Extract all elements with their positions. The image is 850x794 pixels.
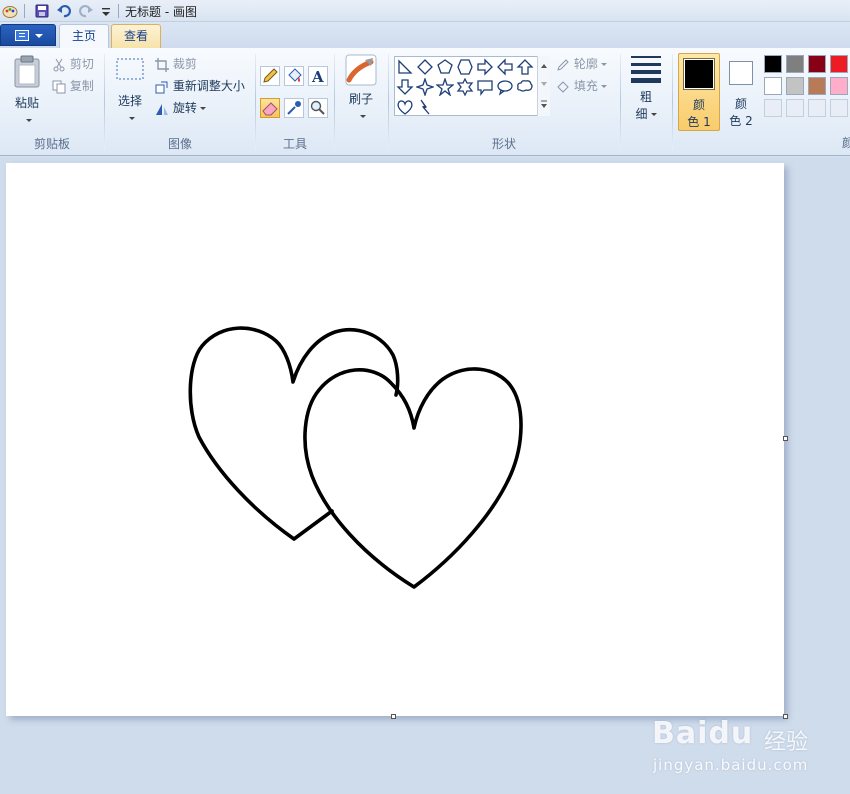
watermark-cn: 经验 bbox=[764, 730, 809, 755]
color1-swatch bbox=[685, 60, 713, 88]
shapes-gallery bbox=[394, 56, 550, 116]
size-button[interactable]: 粗 细 bbox=[626, 54, 666, 130]
right-arrow-shape[interactable] bbox=[476, 58, 494, 76]
watermark-url: jingyan.baidu.com bbox=[653, 756, 809, 774]
color2-label-line1: 颜 bbox=[734, 97, 747, 111]
qat-separator bbox=[24, 4, 25, 18]
size-label-line1: 粗 bbox=[639, 90, 652, 104]
gallery-scroll-arrows-icon bbox=[541, 64, 547, 108]
ribbon: 粘贴 剪切 复制 剪贴板 选择 裁剪 重新调整大小 旋转 图像 A 工具 刷子 … bbox=[0, 48, 850, 156]
rect-callout-shape[interactable] bbox=[476, 78, 494, 96]
watermark-logo: Baidu bbox=[652, 716, 754, 751]
heart-shape[interactable] bbox=[396, 98, 414, 116]
qat-separator bbox=[118, 4, 119, 18]
down-arrow-shape[interactable] bbox=[396, 78, 414, 96]
fill-button[interactable]: 填充 bbox=[556, 76, 607, 96]
four-point-star-shape[interactable] bbox=[416, 78, 434, 96]
custom-color-slot[interactable] bbox=[830, 99, 848, 117]
custom-color-slot[interactable] bbox=[786, 99, 804, 117]
colors-group-label: 颜 bbox=[842, 136, 850, 150]
palette-swatch[interactable] bbox=[786, 55, 804, 73]
outline-label: 轮廓 bbox=[573, 57, 598, 71]
oval-callout-shape[interactable] bbox=[496, 78, 514, 96]
outline-pen-icon bbox=[557, 58, 569, 71]
baidu-jingyan-watermark: Baidu 经验 jingyan.baidu.com bbox=[652, 702, 812, 782]
color1-button[interactable]: 颜 色 1 bbox=[678, 53, 720, 131]
size-label-line2: 细 bbox=[635, 107, 648, 121]
undo-icon[interactable] bbox=[56, 3, 72, 19]
color2-label-line2: 色 2 bbox=[729, 114, 753, 128]
window-title: 无标题 - 画图 bbox=[125, 5, 197, 19]
left-arrow-shape[interactable] bbox=[496, 58, 514, 76]
save-icon[interactable] bbox=[34, 3, 50, 19]
right-triangle-shape[interactable] bbox=[396, 58, 414, 76]
five-point-star-shape[interactable] bbox=[436, 78, 454, 96]
shapes-gallery-scrollbar[interactable] bbox=[537, 56, 550, 116]
fill-label: 填充 bbox=[573, 79, 598, 93]
chevron-down-icon bbox=[35, 34, 43, 38]
palette-swatch[interactable] bbox=[808, 55, 826, 73]
hearts-drawing bbox=[188, 326, 523, 589]
palette-swatch[interactable] bbox=[830, 55, 848, 73]
color2-button[interactable]: 颜 色 2 bbox=[722, 53, 760, 131]
chevron-down-icon bbox=[600, 85, 607, 88]
palette-swatch[interactable] bbox=[786, 77, 804, 95]
color1-swatch-frame bbox=[683, 58, 715, 90]
outline-button[interactable]: 轮廓 bbox=[556, 54, 607, 74]
tab-view[interactable]: 查看 bbox=[111, 24, 162, 48]
redo-icon[interactable] bbox=[78, 3, 94, 19]
palette-swatch[interactable] bbox=[764, 55, 782, 73]
group-separator bbox=[672, 54, 673, 150]
paint-app-icon[interactable] bbox=[2, 3, 18, 19]
canvas-workarea bbox=[0, 157, 850, 794]
line-width-icon bbox=[631, 56, 661, 83]
title-bar: 无标题 - 画图 bbox=[0, 0, 850, 22]
color1-label-line1: 颜 bbox=[692, 98, 705, 112]
palette-swatch[interactable] bbox=[808, 77, 826, 95]
palette-swatch[interactable] bbox=[764, 77, 782, 95]
palette-swatch[interactable] bbox=[830, 77, 848, 95]
chevron-down-icon bbox=[650, 113, 657, 116]
shapes-group-label: 形状 bbox=[491, 137, 516, 151]
lightning-shape[interactable] bbox=[416, 98, 434, 116]
back-heart-outline bbox=[188, 326, 400, 541]
six-point-star-shape[interactable] bbox=[456, 78, 474, 96]
hexagon-shape[interactable] bbox=[456, 58, 474, 76]
group-separator bbox=[620, 54, 621, 150]
up-arrow-shape[interactable] bbox=[516, 58, 534, 76]
shapes-group: 轮廓 填充 形状 bbox=[0, 48, 620, 156]
pentagon-shape[interactable] bbox=[436, 58, 454, 76]
cloud-callout-shape[interactable] bbox=[516, 78, 534, 96]
menu-doc-icon bbox=[15, 30, 29, 41]
fill-bucket-icon bbox=[557, 80, 569, 93]
front-heart-outline bbox=[303, 367, 523, 589]
resize-handle-bottom[interactable] bbox=[391, 714, 396, 719]
ribbon-tab-row: 主页 查看 bbox=[0, 22, 850, 48]
drawing-canvas[interactable] bbox=[6, 163, 784, 716]
tab-home[interactable]: 主页 bbox=[59, 24, 110, 48]
resize-handle-right[interactable] bbox=[783, 436, 788, 441]
diamond-shape[interactable] bbox=[416, 58, 434, 76]
chevron-down-icon bbox=[600, 63, 607, 66]
paint-menu-button[interactable] bbox=[0, 24, 56, 46]
color1-label-line2: 色 1 bbox=[687, 115, 711, 129]
color2-swatch bbox=[729, 61, 753, 85]
custom-color-slot[interactable] bbox=[764, 99, 782, 117]
customize-qat-icon[interactable] bbox=[98, 3, 114, 19]
custom-color-slot[interactable] bbox=[808, 99, 826, 117]
